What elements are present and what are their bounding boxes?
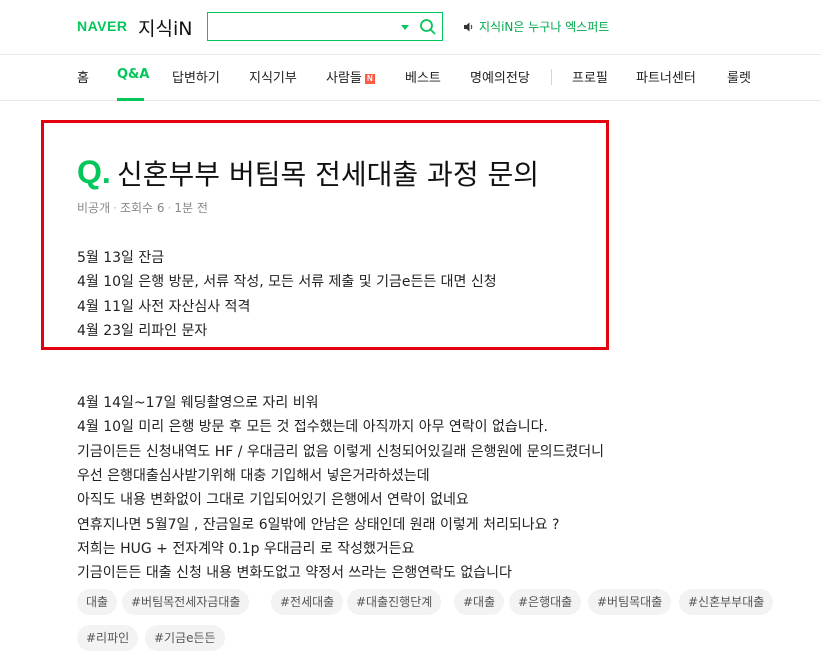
- expert-notice-text: 지식iN은 누구나 엑스퍼트: [479, 20, 610, 34]
- search-icon[interactable]: [419, 18, 437, 36]
- search-box: [207, 12, 443, 41]
- post-time: 1분 전: [174, 201, 208, 215]
- question-meta: 비공개 · 조회수 6 · 1분 전: [77, 199, 208, 216]
- tag-chip[interactable]: #은행대출: [509, 589, 582, 615]
- search-input[interactable]: [214, 17, 394, 37]
- nav-profile[interactable]: 프로필: [572, 67, 608, 86]
- body-line: 연휴지나면 5월7일 , 잔금일로 6일밖에 안남은 상태인데 원래 이렇게 처…: [77, 516, 560, 533]
- nav-answer[interactable]: 답변하기: [172, 67, 220, 86]
- jisikin-logo[interactable]: 지식iN: [138, 14, 192, 41]
- top-header: NAVER 지식iN 지식iN은 누구나 엑스퍼트: [0, 0, 821, 54]
- body-line: 기금이든든 대출 신청 내용 변화도없고 약정서 쓰라는 은행연락도 없습니다: [77, 565, 512, 582]
- body-line: 4월 14일~17일 웨딩촬영으로 자리 비워: [77, 395, 319, 412]
- question-body: 5월 13일 잔금 4월 10일 은행 방문, 서류 작성, 모든 서류 제출 …: [77, 246, 604, 586]
- nav-qna[interactable]: Q&A: [117, 67, 149, 82]
- new-badge: N: [364, 74, 375, 84]
- body-line: 저희는 HUG + 전자계약 0.1p 우대금리 로 작성했거든요: [77, 540, 415, 557]
- nav-home[interactable]: 홈: [77, 67, 89, 86]
- body-line: 기금이든든 신청내역도 HF / 우대금리 없음 이렇게 신청되어있길래 은행원…: [77, 443, 605, 460]
- nav-hall-of-fame[interactable]: 명예의전당: [470, 67, 530, 86]
- tag-chip[interactable]: #리파인: [77, 625, 139, 651]
- body-line: 4월 10일 미리 은행 방문 후 모든 것 접수했는데 아직까지 아무 연락이…: [77, 419, 548, 436]
- chevron-down-icon[interactable]: [401, 25, 409, 30]
- body-line: 4월 10일 은행 방문, 서류 작성, 모든 서류 제출 및 기금e든든 대면…: [77, 274, 497, 291]
- tag-chip[interactable]: #버팀목전세자금대출: [122, 589, 250, 615]
- speaker-icon: [464, 22, 473, 31]
- view-count: 조회수 6: [119, 201, 165, 215]
- naver-logo[interactable]: NAVER: [77, 18, 127, 34]
- body-line: 우선 은행대출심사받기위해 대충 기입해서 넣은거라하셨는데: [77, 468, 430, 485]
- expert-notice-link[interactable]: 지식iN은 누구나 엑스퍼트: [463, 18, 609, 35]
- tag-chip[interactable]: #대출: [454, 589, 505, 615]
- tag-chip[interactable]: #대출진행단계: [347, 589, 442, 615]
- body-line: 4월 23일 리파인 문자: [77, 322, 208, 339]
- nav-donate[interactable]: 지식기부: [249, 67, 297, 86]
- nav-best[interactable]: 베스트: [405, 67, 441, 86]
- tag-chip[interactable]: #신혼부부대출: [679, 589, 774, 615]
- body-line: 5월 13일 잔금: [77, 250, 165, 266]
- nav-divider: [551, 69, 552, 85]
- tag-chip[interactable]: #기금e든든: [145, 625, 225, 651]
- body-gap: [77, 343, 604, 391]
- meta-dot: ·: [113, 201, 117, 215]
- body-line: 아직도 내용 변화없이 그대로 기입되어있기 은행에서 연락이 없네요: [77, 492, 469, 509]
- question-title: 신혼부부 버팀목 전세대출 과정 문의: [117, 158, 540, 191]
- nav-roulette[interactable]: 룰렛: [727, 67, 751, 86]
- tag-chip[interactable]: #버팀목대출: [588, 589, 672, 615]
- question-mark: Q.: [77, 154, 111, 190]
- author: 비공개: [77, 201, 111, 215]
- body-line: 4월 11일 사전 자산심사 적격: [77, 298, 251, 315]
- meta-dot: ·: [167, 201, 172, 215]
- nav-people[interactable]: 사람들 N: [326, 67, 375, 86]
- nav-people-label: 사람들: [326, 71, 362, 86]
- main-nav: 홈 Q&A 답변하기 지식기부 사람들 N 베스트 명예의전당 프로필 파트너센터…: [0, 54, 821, 101]
- nav-partner-center[interactable]: 파트너센터: [636, 67, 696, 86]
- tag-chip[interactable]: #전세대출: [271, 589, 344, 615]
- tag-chip[interactable]: 대출: [77, 589, 118, 615]
- nav-active-indicator: [117, 98, 144, 101]
